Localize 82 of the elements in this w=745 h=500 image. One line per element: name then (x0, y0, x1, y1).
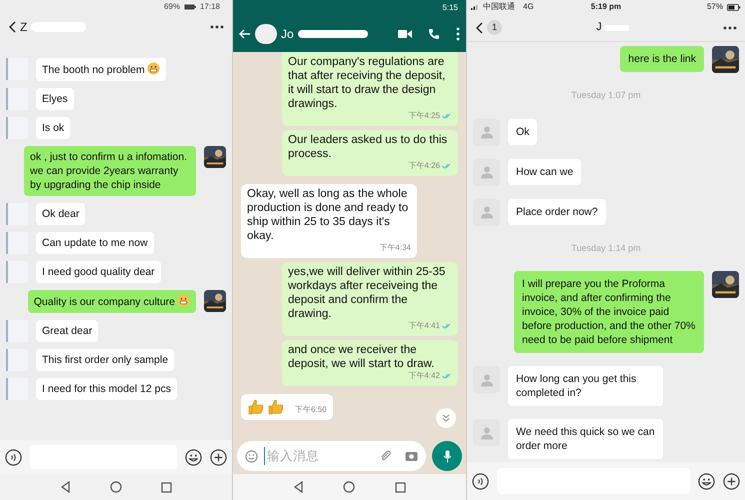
message-bubble: We need this quick so we can order more (508, 419, 663, 459)
message-bubble: I need for this model 12 pcs (36, 378, 177, 400)
unread-badge: 1 (487, 20, 502, 35)
message-bubble: Place order now? (508, 198, 606, 224)
battery-percent: 57% (706, 1, 723, 13)
person-icon (480, 165, 494, 179)
clock-time: 17:18 (200, 1, 220, 13)
network-type: 4G (523, 1, 534, 13)
signal-icon (471, 4, 479, 10)
back-arrow-icon[interactable] (239, 29, 251, 39)
home-nav-icon[interactable] (110, 481, 122, 493)
chat-title: Z (20, 19, 28, 36)
chat-title: J (596, 20, 602, 36)
message-bubble: The booth no problem (36, 58, 166, 81)
voice-icon[interactable] (5, 448, 22, 466)
battery-icon (184, 4, 196, 10)
timestamp: Tuesday 1:07 pm (571, 89, 641, 102)
message-time: 下午4:26 (408, 160, 440, 172)
message-bubble: This first order only sample (36, 349, 174, 371)
plus-icon[interactable] (210, 448, 227, 466)
message-bubble: How can we (508, 158, 582, 184)
home-nav-icon[interactable] (343, 481, 356, 493)
carrier-name: 中国联通 (483, 1, 515, 13)
timestamp: Tuesday 1:14 pm (571, 242, 641, 255)
person-icon (480, 426, 494, 440)
phone-icon[interactable] (428, 28, 440, 40)
more-icon[interactable] (456, 27, 460, 41)
back-nav-icon[interactable] (60, 481, 71, 493)
back-icon[interactable] (8, 21, 16, 33)
back-icon[interactable] (475, 22, 483, 34)
message-text: Okay, well as long as the whole production is done and ready to ship within 25 to 35 days it's okay. (247, 187, 410, 243)
message-time: 下午4:25 (408, 110, 440, 122)
message-time: 下午6:50 (295, 404, 327, 416)
camera-icon[interactable] (405, 450, 418, 462)
message-bubble: I will prepare you the Proforma invoice, and after confirming the invoice, 30% of the invoice paid before production, and the other 70% need to be paid before shipment (514, 271, 704, 353)
recents-nav-icon[interactable] (395, 482, 406, 492)
more-icon[interactable] (210, 25, 224, 29)
message-bubble: Great dear (36, 320, 98, 342)
battery-percent: 69% (164, 1, 180, 13)
microphone-icon (442, 450, 452, 462)
clock-time: 5:19 pm (590, 1, 622, 13)
message-bubble: here is the link (620, 46, 704, 72)
person-icon (480, 205, 494, 219)
emoji-icon[interactable] (185, 448, 202, 466)
voice-icon[interactable] (472, 472, 489, 490)
message-time: 下午4:41 (408, 320, 440, 332)
message-field[interactable]: 输入消息 (237, 441, 426, 471)
recents-nav-icon[interactable] (161, 482, 172, 492)
contact-name: Jo (281, 26, 294, 43)
contact-avatar[interactable] (255, 24, 277, 44)
person-icon (480, 125, 494, 139)
back-nav-icon[interactable] (292, 481, 304, 493)
message-text: and once we receiver the deposit, we will start to draw. (288, 343, 436, 371)
message-text: yes,we will deliver within 25-35 workdays after receiveing the deposit and confirm the drawing. (288, 265, 446, 321)
plus-icon[interactable] (723, 472, 740, 490)
video-call-icon[interactable] (398, 29, 412, 39)
message-time: 下午4:42 (408, 370, 440, 382)
thumbs-up-icon (267, 398, 285, 416)
paperclip-icon[interactable] (379, 450, 391, 462)
person-icon (480, 372, 494, 386)
message-bubble: Can update to me now (36, 232, 154, 254)
chevrons-down-icon (442, 414, 450, 422)
clock-time: 5:15 (442, 2, 458, 14)
message-bubble: Elyes (36, 88, 74, 110)
message-bubble: Ok (508, 118, 538, 144)
message-bubble: ok , just to confirm u a infomation. we can provide 2years warranty by upgrading the chip inside (24, 146, 196, 196)
message-time: 下午4:34 (379, 242, 411, 254)
scroll-down-button[interactable] (436, 408, 456, 428)
thumbs-up-icon (247, 398, 265, 416)
message-bubble: Quality is our company culture (28, 290, 196, 313)
message-input[interactable]: 输入消息 (264, 446, 373, 466)
microphone-button[interactable] (432, 441, 462, 471)
more-icon[interactable] (723, 26, 737, 30)
battery-icon (727, 4, 741, 10)
message-bubble: How long can you get this completed in? (508, 366, 663, 406)
message-text: Our company's regulations are that after receiving the deposit, it will start to draw the design drawings. (288, 55, 446, 111)
message-bubble: Is ok (36, 117, 70, 139)
message-text: Our leaders asked us to do this process. (288, 133, 448, 161)
emoji-icon[interactable] (698, 472, 715, 490)
redaction-mark (298, 30, 368, 38)
message-bubble: I need good quality dear (36, 261, 161, 283)
message-bubble: Ok dear (36, 203, 86, 225)
